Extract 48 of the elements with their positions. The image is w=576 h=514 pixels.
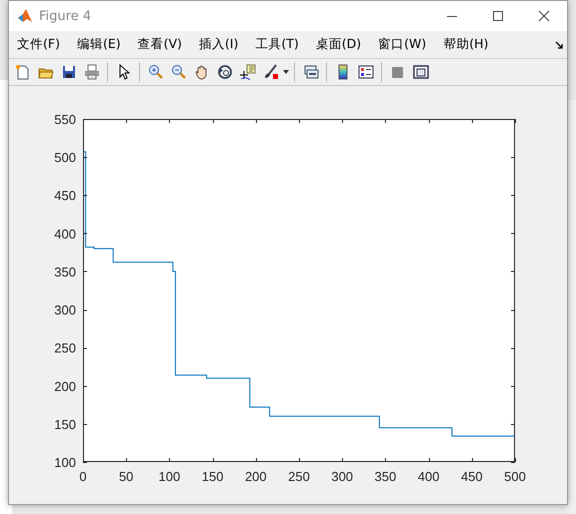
window-panes-icon	[412, 64, 428, 80]
menu-item[interactable]: 桌面(D)	[310, 34, 366, 56]
menu-item[interactable]: 帮助(H)	[438, 34, 494, 56]
y-tick-label: 400	[54, 226, 76, 242]
menu-item[interactable]: 文件(F)	[12, 34, 65, 56]
y-tick-label: 300	[54, 302, 76, 318]
zoom-in-icon	[148, 64, 164, 80]
print-icon	[84, 64, 100, 80]
y-tick-label: 150	[54, 416, 76, 432]
y-tick-label: 450	[54, 188, 76, 204]
menu-item[interactable]: 插入(I)	[194, 34, 244, 56]
x-tick-label: 400	[418, 469, 440, 484]
menu-item[interactable]: 编辑(E)	[72, 34, 126, 56]
zoom-out-icon	[170, 64, 186, 80]
hand-icon	[194, 64, 210, 80]
x-tick-label: 250	[288, 469, 310, 484]
y-tick-label: 100	[54, 455, 76, 470]
x-tick-label: 500	[504, 469, 526, 484]
x-tick-label: 300	[331, 469, 354, 484]
x-tick-label: 350	[374, 469, 396, 484]
y-tick-label: 550	[54, 112, 76, 127]
data-cursor-icon	[240, 64, 256, 80]
link-icon	[302, 64, 318, 80]
close-icon	[538, 10, 550, 22]
menu-item[interactable]: 查看(V)	[132, 34, 187, 56]
square-icon	[390, 64, 406, 80]
x-tick-label: 150	[202, 469, 224, 484]
x-tick-label: 100	[158, 469, 180, 484]
undock-icon[interactable]	[555, 40, 563, 49]
y-tick-label: 250	[54, 340, 76, 356]
y-tick-label: 200	[54, 378, 76, 394]
brush-icon	[262, 64, 278, 80]
menu-item[interactable]: 工具(T)	[250, 34, 304, 56]
x-tick-label: 50	[118, 469, 134, 484]
legend-icon	[358, 64, 374, 80]
y-tick-label: 350	[54, 264, 76, 280]
new-file-icon	[14, 64, 30, 80]
menu-item[interactable]: 窗口(W)	[373, 34, 432, 56]
x-tick-label: 200	[244, 469, 267, 484]
y-tick-label: 500	[54, 150, 76, 166]
maximize-icon	[492, 10, 504, 22]
window-title: Figure 4	[39, 8, 92, 24]
rotate-icon	[216, 64, 232, 80]
x-tick-label: 0	[79, 469, 87, 484]
save-icon	[60, 64, 76, 80]
caret-icon	[283, 70, 289, 74]
x-tick-label: 450	[460, 469, 483, 484]
app-logo-icon	[17, 8, 33, 24]
